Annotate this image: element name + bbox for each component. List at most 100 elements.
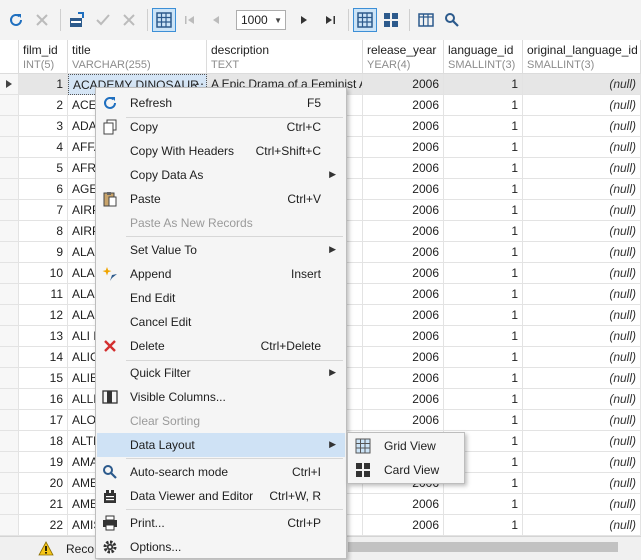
cell-original-language-id[interactable]: (null) xyxy=(523,158,641,179)
cell-film-id[interactable]: 9 xyxy=(19,242,68,263)
cell-language-id[interactable]: 1 xyxy=(444,221,523,242)
cell-original-language-id[interactable]: (null) xyxy=(523,368,641,389)
first-page-button[interactable] xyxy=(178,8,202,32)
menu-item-clear-sorting[interactable]: Clear Sorting xyxy=(97,409,345,433)
page-size-select[interactable]: 1000 ▼ xyxy=(236,10,286,30)
cell-film-id[interactable]: 15 xyxy=(19,368,68,389)
row-selector[interactable] xyxy=(0,284,19,305)
cell-film-id[interactable]: 6 xyxy=(19,179,68,200)
menu-item-set-value-to[interactable]: Set Value To ▶ xyxy=(97,238,345,262)
cell-language-id[interactable]: 1 xyxy=(444,158,523,179)
cell-film-id[interactable]: 10 xyxy=(19,263,68,284)
row-selector[interactable] xyxy=(0,326,19,347)
menu-item-paste[interactable]: Paste Ctrl+V xyxy=(97,187,345,211)
menu-item-print[interactable]: Print... Ctrl+P xyxy=(97,511,345,535)
cell-original-language-id[interactable]: (null) xyxy=(523,95,641,116)
auto-search-button[interactable] xyxy=(440,8,464,32)
cell-original-language-id[interactable]: (null) xyxy=(523,116,641,137)
cell-film-id[interactable]: 7 xyxy=(19,200,68,221)
cell-language-id[interactable]: 1 xyxy=(444,74,523,95)
cell-film-id[interactable]: 4 xyxy=(19,137,68,158)
cell-original-language-id[interactable]: (null) xyxy=(523,431,641,452)
row-selector[interactable] xyxy=(0,431,19,452)
cell-original-language-id[interactable]: (null) xyxy=(523,452,641,473)
cell-release-year[interactable]: 2006 xyxy=(363,74,444,95)
cell-release-year[interactable]: 2006 xyxy=(363,515,444,536)
row-selector[interactable] xyxy=(0,179,19,200)
cell-release-year[interactable]: 2006 xyxy=(363,284,444,305)
cell-language-id[interactable]: 1 xyxy=(444,242,523,263)
row-selector[interactable] xyxy=(0,494,19,515)
cell-original-language-id[interactable]: (null) xyxy=(523,242,641,263)
cell-release-year[interactable]: 2006 xyxy=(363,95,444,116)
cell-language-id[interactable]: 1 xyxy=(444,305,523,326)
cell-release-year[interactable]: 2006 xyxy=(363,221,444,242)
cell-release-year[interactable]: 2006 xyxy=(363,494,444,515)
cell-film-id[interactable]: 8 xyxy=(19,221,68,242)
horizontal-scrollbar[interactable] xyxy=(348,542,618,552)
row-selector[interactable] xyxy=(0,515,19,536)
cell-language-id[interactable]: 1 xyxy=(444,389,523,410)
cell-release-year[interactable]: 2006 xyxy=(363,242,444,263)
menu-item-end-edit[interactable]: End Edit xyxy=(97,286,345,310)
cell-film-id[interactable]: 2 xyxy=(19,95,68,116)
menu-item-copy-data-as[interactable]: Copy Data As ▶ xyxy=(97,163,345,187)
menu-item-visible-columns[interactable]: Visible Columns... xyxy=(97,385,345,409)
menu-item-data-viewer-and-editor[interactable]: Data Viewer and Editor Ctrl+W, R xyxy=(97,484,345,508)
row-selector[interactable] xyxy=(0,158,19,179)
row-selector[interactable] xyxy=(0,305,19,326)
cell-original-language-id[interactable]: (null) xyxy=(523,284,641,305)
row-selector[interactable] xyxy=(0,116,19,137)
cell-film-id[interactable]: 20 xyxy=(19,473,68,494)
cell-release-year[interactable]: 2006 xyxy=(363,263,444,284)
menu-item-options[interactable]: Options... xyxy=(97,535,345,559)
cell-original-language-id[interactable]: (null) xyxy=(523,473,641,494)
row-selector[interactable] xyxy=(0,200,19,221)
menu-item-delete[interactable]: Delete Ctrl+Delete xyxy=(97,334,345,358)
row-selector[interactable] xyxy=(0,473,19,494)
columns-button[interactable] xyxy=(414,8,438,32)
cell-language-id[interactable]: 1 xyxy=(444,95,523,116)
cell-language-id[interactable]: 1 xyxy=(444,515,523,536)
menu-item-append[interactable]: Append Insert xyxy=(97,262,345,286)
cell-release-year[interactable]: 2006 xyxy=(363,368,444,389)
row-selector[interactable] xyxy=(0,347,19,368)
card-view-button[interactable] xyxy=(379,8,403,32)
column-header-language-id[interactable]: language_id SMALLINT(3) xyxy=(444,40,523,74)
cell-language-id[interactable]: 1 xyxy=(444,137,523,158)
row-selector[interactable] xyxy=(0,137,19,158)
cell-language-id[interactable]: 1 xyxy=(444,326,523,347)
cell-original-language-id[interactable]: (null) xyxy=(523,326,641,347)
column-header-original-language-id[interactable]: original_language_id SMALLINT(3) xyxy=(523,40,641,74)
rollback-button[interactable] xyxy=(117,8,141,32)
prev-page-button[interactable] xyxy=(204,8,228,32)
row-selector[interactable] xyxy=(0,263,19,284)
menu-item-auto-search-mode[interactable]: Auto-search mode Ctrl+I xyxy=(97,460,345,484)
refresh-button[interactable] xyxy=(4,8,28,32)
apply-button[interactable] xyxy=(65,8,89,32)
row-selector[interactable] xyxy=(0,242,19,263)
cell-release-year[interactable]: 2006 xyxy=(363,347,444,368)
cell-film-id[interactable]: 17 xyxy=(19,410,68,431)
cell-original-language-id[interactable]: (null) xyxy=(523,494,641,515)
cell-original-language-id[interactable]: (null) xyxy=(523,137,641,158)
cell-film-id[interactable]: 16 xyxy=(19,389,68,410)
cell-original-language-id[interactable]: (null) xyxy=(523,221,641,242)
submenu-item-grid-view[interactable]: Grid View xyxy=(349,434,463,458)
cell-film-id[interactable]: 14 xyxy=(19,347,68,368)
cell-original-language-id[interactable]: (null) xyxy=(523,515,641,536)
row-selector[interactable] xyxy=(0,74,19,95)
cell-language-id[interactable]: 1 xyxy=(444,347,523,368)
menu-item-cancel-edit[interactable]: Cancel Edit xyxy=(97,310,345,334)
cell-language-id[interactable]: 1 xyxy=(444,368,523,389)
column-header-film-id[interactable]: film_id INT(5) xyxy=(19,40,68,74)
menu-item-paste-as-new-records[interactable]: Paste As New Records xyxy=(97,211,345,235)
cell-original-language-id[interactable]: (null) xyxy=(523,347,641,368)
cell-release-year[interactable]: 2006 xyxy=(363,179,444,200)
cell-original-language-id[interactable]: (null) xyxy=(523,305,641,326)
cell-film-id[interactable]: 1 xyxy=(19,74,68,95)
cell-language-id[interactable]: 1 xyxy=(444,116,523,137)
menu-item-data-layout[interactable]: Data Layout ▶ xyxy=(97,433,345,457)
cell-film-id[interactable]: 22 xyxy=(19,515,68,536)
cell-release-year[interactable]: 2006 xyxy=(363,200,444,221)
